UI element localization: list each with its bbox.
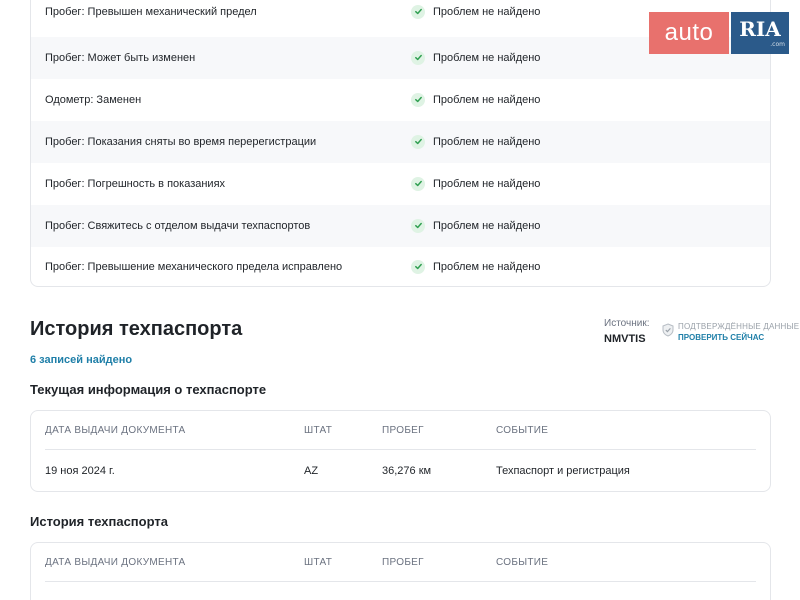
check-label: Пробег: Превышение механического предела… (45, 260, 343, 273)
cell-event: Техпаспорт и регистрация (496, 465, 630, 477)
column-header-mileage: ПРОБЕГ (382, 557, 424, 568)
check-status: Проблем не найдено (411, 176, 541, 191)
column-header-state: ШТАТ (304, 425, 333, 436)
check-circle-icon (411, 134, 425, 149)
check-label: Пробег: Может быть изменен (45, 51, 196, 64)
column-header-mileage: ПРОБЕГ (382, 425, 424, 436)
source-value: NMVTIS (604, 333, 646, 345)
check-row: Пробег: Превышение механического предела… (31, 246, 770, 286)
status-text: Проблем не найдено (433, 5, 541, 18)
history-heading: История техпаспорта (30, 514, 168, 529)
status-text: Проблем не найдено (433, 51, 541, 64)
autoria-logo[interactable]: auto RIA .com (649, 12, 789, 54)
check-status: Проблем не найдено (411, 92, 541, 107)
shield-icon (662, 323, 674, 342)
check-label: Пробег: Погрешность в показаниях (45, 177, 226, 190)
logo-auto-part: auto (649, 12, 729, 54)
table-divider (45, 449, 756, 450)
check-status: Проблем не найдено (411, 50, 541, 65)
check-status: Проблем не найдено (411, 134, 541, 149)
status-text: Проблем не найдено (433, 219, 541, 232)
check-label: Пробег: Свяжитесь с отделом выдачи техпа… (45, 219, 311, 232)
logo-ria-sub: .com (770, 40, 785, 48)
records-found-link[interactable]: 6 записей найдено (30, 354, 132, 366)
status-text: Проблем не найдено (433, 93, 541, 106)
logo-ria-text: RIA (739, 16, 781, 41)
status-text: Проблем не найдено (433, 177, 541, 190)
check-row: Пробег: Показания сняты во время перерег… (31, 121, 770, 163)
check-circle-icon (411, 50, 425, 65)
check-row: Пробег: Свяжитесь с отделом выдачи техпа… (31, 205, 770, 247)
check-row: Пробег: Погрешность в показаниях Проблем… (31, 163, 770, 205)
cell-state: AZ (304, 465, 319, 477)
verified-data-badge[interactable]: ПОДТВЕРЖДЁННЫЕ ДАННЫЕ ПРОВЕРИТЬ СЕЙЧАС (662, 322, 799, 342)
check-label: Пробег: Превышен механический предел (45, 5, 257, 18)
source-label: Источник: (604, 318, 650, 329)
check-circle-icon (411, 4, 425, 19)
check-status: Проблем не найдено (411, 4, 541, 19)
check-label: Одометр: Заменен (45, 93, 142, 106)
check-label: Пробег: Показания сняты во время перерег… (45, 135, 317, 148)
check-circle-icon (411, 92, 425, 107)
column-header-date: ДАТА ВЫДАЧИ ДОКУМЕНТА (45, 425, 186, 436)
status-text: Проблем не найдено (433, 260, 541, 273)
status-text: Проблем не найдено (433, 135, 541, 148)
column-header-date: ДАТА ВЫДАЧИ ДОКУМЕНТА (45, 557, 186, 568)
table-divider (45, 581, 756, 582)
cell-date: 19 ноя 2024 г. (45, 465, 115, 477)
verified-text-block: ПОДТВЕРЖДЁННЫЕ ДАННЫЕ ПРОВЕРИТЬ СЕЙЧАС (678, 322, 799, 342)
cell-mileage: 36,276 км (382, 465, 432, 477)
column-header-event: СОБЫТИЕ (496, 425, 549, 436)
check-circle-icon (411, 176, 425, 191)
check-status: Проблем не найдено (411, 218, 541, 233)
check-circle-icon (411, 218, 425, 233)
verified-caption: ПОДТВЕРЖДЁННЫЕ ДАННЫЕ (678, 322, 800, 331)
check-row: Одометр: Заменен Проблем не найдено (31, 79, 770, 121)
check-circle-icon (411, 259, 425, 274)
history-table: ДАТА ВЫДАЧИ ДОКУМЕНТА ШТАТ ПРОБЕГ СОБЫТИ… (30, 542, 771, 600)
current-info-table: ДАТА ВЫДАЧИ ДОКУМЕНТА ШТАТ ПРОБЕГ СОБЫТИ… (30, 410, 771, 492)
logo-ria-part: RIA .com (731, 12, 789, 54)
page-title: История техпаспорта (30, 318, 243, 340)
current-info-heading: Текущая информация о техпаспорте (30, 382, 267, 397)
column-header-state: ШТАТ (304, 557, 333, 568)
verify-now-link[interactable]: ПРОВЕРИТЬ СЕЙЧАС (678, 333, 799, 342)
check-status: Проблем не найдено (411, 259, 541, 274)
column-header-event: СОБЫТИЕ (496, 557, 549, 568)
